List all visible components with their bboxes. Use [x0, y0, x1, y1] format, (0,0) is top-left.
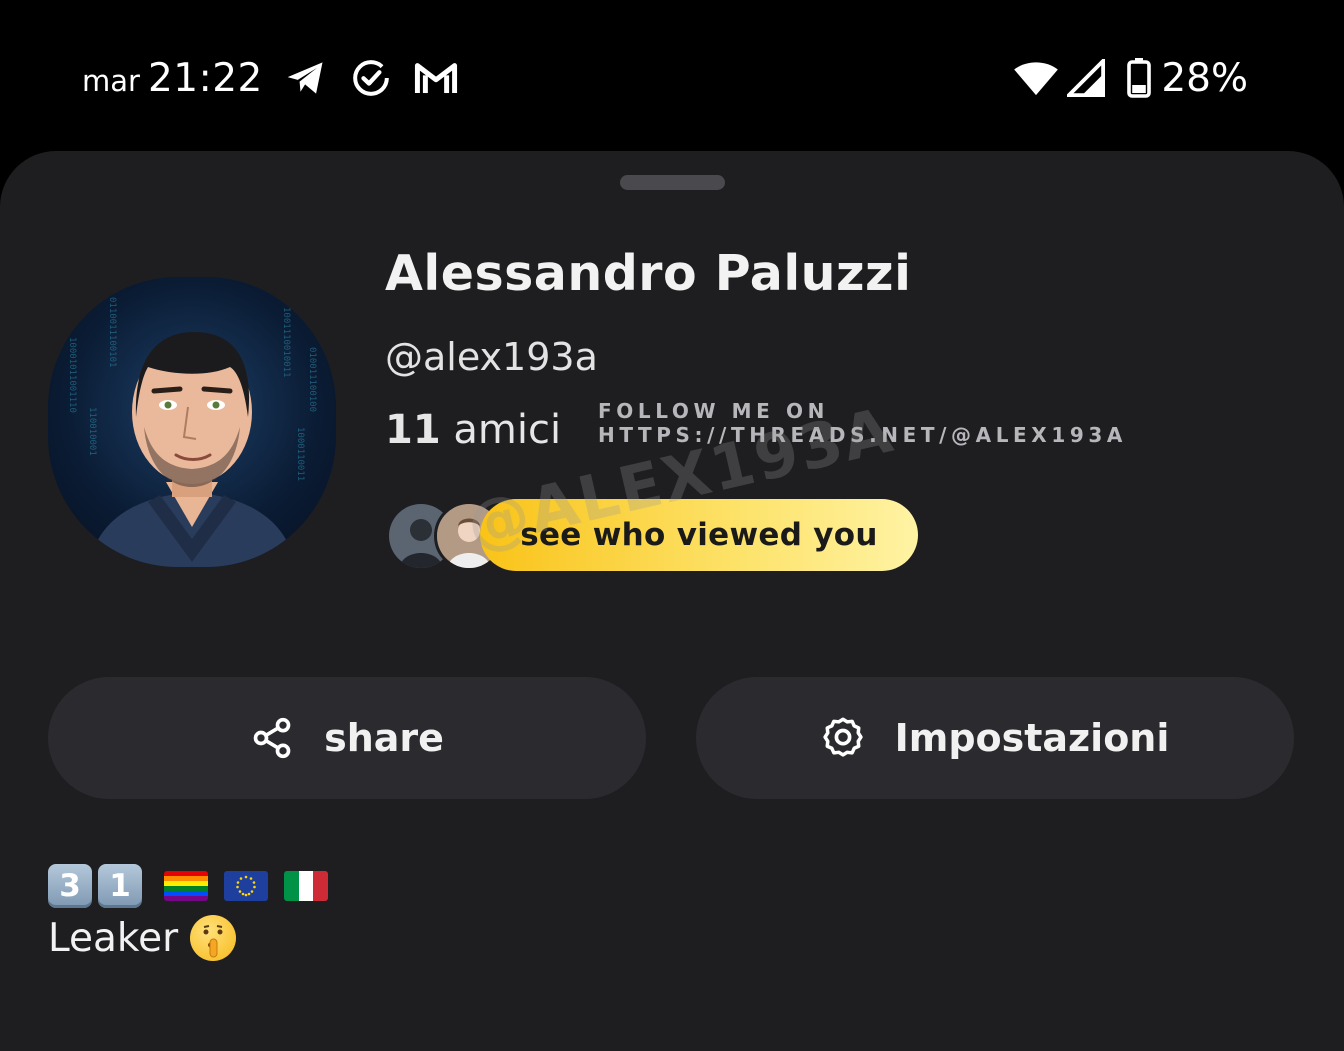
friends-label: amici — [453, 407, 562, 453]
settings-button[interactable]: Impostazioni — [696, 677, 1294, 799]
keycap-3: 3 — [48, 864, 92, 908]
profile-sheet: 10001011001110 0110011100101 10011100100… — [0, 151, 1344, 1051]
profile-name: Alessandro Paluzzi — [385, 245, 912, 302]
svg-text:1001110010011: 1001110010011 — [281, 307, 291, 377]
italy-flag-icon — [284, 871, 328, 901]
status-right: 28% — [1013, 52, 1248, 104]
share-button[interactable]: share — [48, 677, 646, 799]
share-icon — [250, 716, 294, 760]
svg-text:010011100100: 010011100100 — [307, 347, 317, 412]
svg-text:10001011001110: 10001011001110 — [67, 337, 77, 413]
battery-icon — [1127, 58, 1152, 98]
shushing-face-icon — [190, 915, 237, 961]
status-bar: mar 21:22 28% — [0, 0, 1344, 150]
friends-number: 11 — [385, 407, 441, 453]
drag-handle[interactable] — [620, 175, 725, 190]
bio-text-row: Leaker — [48, 915, 328, 961]
signal-icon — [1067, 59, 1106, 97]
svg-text:110010001: 110010001 — [87, 407, 97, 456]
wifi-icon — [1013, 59, 1059, 97]
rainbow-flag-icon — [164, 871, 208, 901]
svg-text:1000110011: 1000110011 — [295, 427, 305, 481]
watermark-text: FOLLOW ME ON HTTPS://THREADS.NET/@ALEX19… — [598, 399, 1127, 447]
see-who-viewed-button[interactable]: see who viewed you — [480, 499, 918, 571]
settings-label: Impostazioni — [894, 716, 1170, 760]
avatar[interactable]: 10001011001110 0110011100101 10011100100… — [48, 277, 336, 567]
keycap-1: 1 — [98, 864, 142, 908]
bio-text: Leaker — [48, 915, 179, 961]
eu-flag-icon — [224, 871, 268, 901]
share-label: share — [324, 716, 444, 760]
battery-percent: 28% — [1161, 55, 1248, 101]
check-circle-icon — [348, 55, 394, 101]
status-left: mar 21:22 — [82, 52, 478, 104]
viewers-row[interactable]: see who viewed you — [386, 499, 926, 575]
gear-icon — [821, 716, 865, 760]
profile-username: @alex193a — [385, 335, 598, 379]
status-time: 21:22 — [147, 55, 263, 101]
telegram-icon — [283, 55, 329, 101]
bio-emoji-row: 3 1 — [48, 861, 328, 911]
gmail-icon — [413, 55, 459, 101]
friends-count[interactable]: 11 amici — [385, 407, 561, 453]
svg-text:0110011100101: 0110011100101 — [107, 297, 117, 367]
bio: 3 1 Leaker — [48, 861, 328, 961]
status-day: mar — [82, 64, 140, 98]
